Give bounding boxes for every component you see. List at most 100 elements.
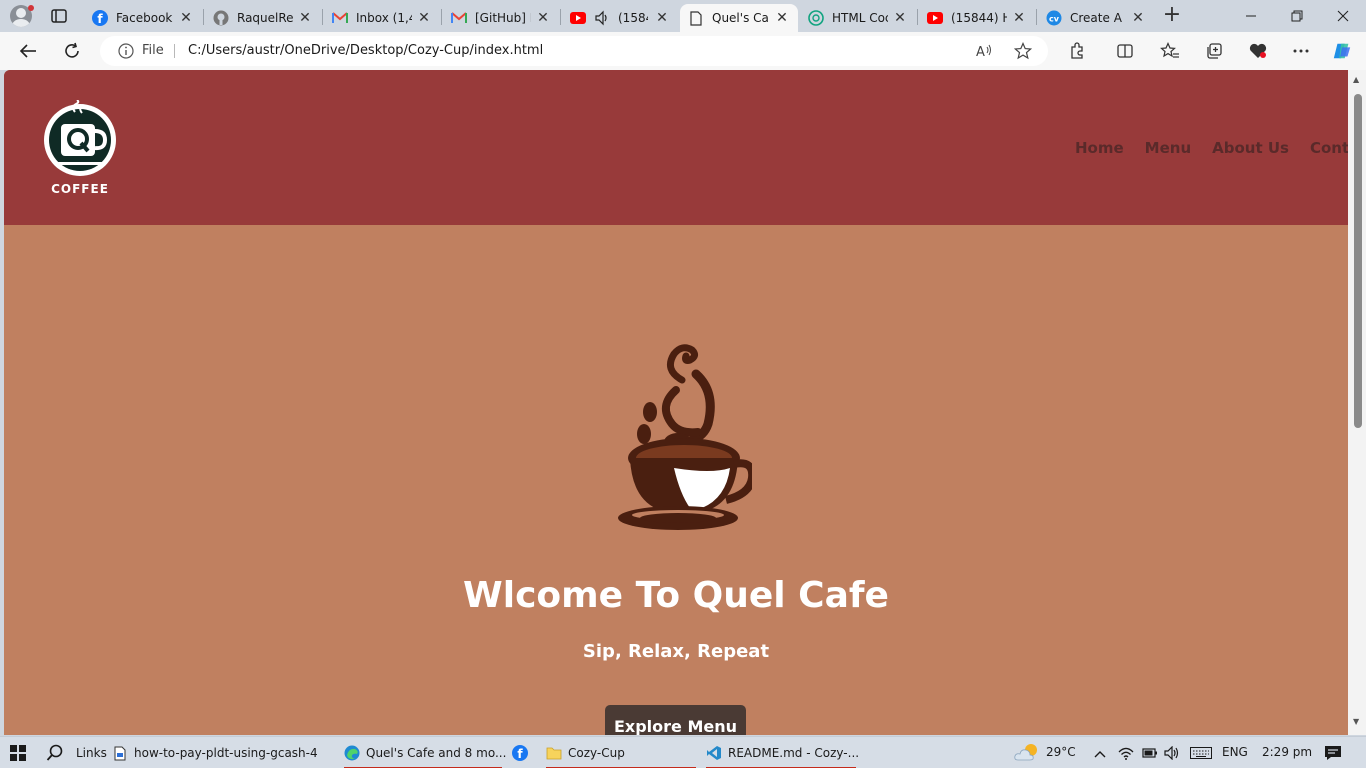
keyboard-icon[interactable] xyxy=(1190,747,1212,762)
weather-icon[interactable] xyxy=(1014,742,1040,765)
nav-menu[interactable]: Menu xyxy=(1145,139,1191,157)
volume-icon[interactable] xyxy=(1164,745,1180,763)
battery-icon[interactable] xyxy=(1142,746,1158,763)
tab-github[interactable]: RaquelRe ✕ xyxy=(205,4,321,32)
restore-icon[interactable] xyxy=(1274,0,1320,32)
close-icon[interactable]: ✕ xyxy=(297,10,313,26)
nav-home[interactable]: Home xyxy=(1075,139,1124,157)
split-screen-icon[interactable] xyxy=(1115,41,1135,61)
weather-temp[interactable]: 29°C xyxy=(1046,745,1076,759)
links-toolbar[interactable]: Links xyxy=(76,746,107,760)
tab-facebook[interactable]: f Facebook ✕ xyxy=(84,4,202,32)
favorite-star-icon[interactable] xyxy=(1014,42,1032,60)
read-aloud-icon[interactable]: A xyxy=(975,42,993,60)
close-icon[interactable]: ✕ xyxy=(774,10,790,26)
taskbar: Links how-to-pay-pldt-using-gcash-4 Quel… xyxy=(0,736,1366,768)
language-indicator[interactable]: ENG xyxy=(1222,745,1248,759)
tab-actions-icon[interactable] xyxy=(50,7,68,25)
nav-contact[interactable]: Contact xyxy=(1310,139,1348,157)
notification-dot xyxy=(28,5,34,11)
extensions-icon[interactable] xyxy=(1067,41,1087,61)
page-icon xyxy=(688,10,704,26)
close-icon[interactable]: ✕ xyxy=(1130,10,1146,26)
tab-chatgpt[interactable]: HTML Coc ✕ xyxy=(800,4,916,32)
scroll-up-icon[interactable]: ▲ xyxy=(1353,76,1361,84)
tab-strip: f Facebook ✕ RaquelRe ✕ Inbox (1,4 ✕ [Gi… xyxy=(0,0,1366,32)
scroll-down-icon[interactable]: ▼ xyxy=(1353,718,1361,726)
edge-icon xyxy=(344,745,360,761)
address-bar[interactable]: File C:/Users/austr/OneDrive/Desktop/Coz… xyxy=(100,36,1048,66)
windows-start-icon[interactable] xyxy=(10,745,26,761)
svg-text:f: f xyxy=(97,12,103,26)
copilot-icon[interactable] xyxy=(1332,41,1352,61)
taskbar-app-label: Quel's Cafe and 8 mo... xyxy=(366,746,507,760)
close-window-icon[interactable] xyxy=(1320,0,1366,32)
tab-gmail-inbox[interactable]: Inbox (1,4 ✕ xyxy=(324,4,440,32)
site-header: COFFEE Home Menu About Us Contact xyxy=(4,70,1348,225)
chatgpt-icon xyxy=(808,10,824,26)
search-icon[interactable] xyxy=(46,744,64,762)
gmail-icon xyxy=(332,10,348,26)
chevron-up-icon[interactable] xyxy=(1094,747,1106,761)
tab-youtube-audio[interactable]: (1584 ✕ xyxy=(562,4,678,32)
tab-separator xyxy=(322,9,323,25)
tab-youtube[interactable]: (15844) H ✕ xyxy=(919,4,1035,32)
tab-gmail-github[interactable]: [GitHub] P ✕ xyxy=(443,4,559,32)
explore-menu-button[interactable]: Explore Menu xyxy=(605,705,746,735)
github-icon xyxy=(213,10,229,26)
taskbar-app-facebook[interactable]: f xyxy=(512,739,534,767)
more-options-icon[interactable] xyxy=(1291,41,1311,61)
notifications-icon[interactable] xyxy=(1324,745,1342,764)
tab-label: (1584 xyxy=(618,11,648,25)
tab-label: Create A F xyxy=(1070,11,1126,25)
taskbar-app-document[interactable]: how-to-pay-pldt-using-gcash-4 xyxy=(112,739,318,767)
coffee-cup-icon xyxy=(618,344,752,530)
nav-about-us[interactable]: About Us xyxy=(1212,139,1289,157)
coffee-logo-icon xyxy=(44,99,116,176)
tab-label: [GitHub] P xyxy=(475,11,531,25)
taskbar-app-label: how-to-pay-pldt-using-gcash-4 xyxy=(134,746,318,760)
site-logo[interactable]: COFFEE xyxy=(42,99,122,200)
facebook-icon: f xyxy=(92,10,108,26)
codepen-icon: cv xyxy=(1046,10,1062,26)
scroll-thumb[interactable] xyxy=(1354,94,1362,428)
close-icon[interactable]: ✕ xyxy=(416,10,432,26)
close-icon[interactable]: ✕ xyxy=(892,10,908,26)
page-scrollbar[interactable]: ▲ ▼ xyxy=(1348,70,1366,735)
close-icon[interactable]: ✕ xyxy=(178,10,194,26)
back-icon[interactable] xyxy=(16,40,40,62)
wifi-icon[interactable] xyxy=(1118,746,1134,763)
minimize-icon[interactable] xyxy=(1228,0,1274,32)
taskbar-app-vscode[interactable]: README.md - Cozy-... xyxy=(706,739,859,768)
tab-separator xyxy=(560,9,561,25)
new-tab-icon[interactable]: + xyxy=(1162,4,1182,26)
close-icon[interactable]: ✕ xyxy=(1011,10,1027,26)
close-icon[interactable]: ✕ xyxy=(654,10,670,26)
taskbar-app-explorer[interactable]: Cozy-Cup xyxy=(546,739,696,768)
youtube-icon xyxy=(927,10,943,26)
browser-essentials-icon[interactable] xyxy=(1248,41,1268,61)
tab-separator xyxy=(203,9,204,25)
url-text[interactable]: C:/Users/austr/OneDrive/Desktop/Cozy-Cup… xyxy=(188,43,543,58)
svg-text:f: f xyxy=(517,747,523,761)
hero-section: Wlcome To Quel Cafe Sip, Relax, Repeat E… xyxy=(4,225,1348,735)
hero-title: Wlcome To Quel Cafe xyxy=(463,575,889,616)
close-icon[interactable]: ✕ xyxy=(535,10,551,26)
taskbar-app-label: Cozy-Cup xyxy=(568,746,625,760)
collections-icon[interactable] xyxy=(1204,41,1224,61)
tab-separator xyxy=(917,9,918,25)
speaker-icon[interactable] xyxy=(594,10,610,26)
document-icon xyxy=(112,745,128,761)
tab-label: RaquelRe xyxy=(237,11,293,25)
refresh-icon[interactable] xyxy=(60,40,84,62)
info-icon[interactable] xyxy=(118,43,134,63)
clock[interactable]: 2:29 pm xyxy=(1262,745,1312,759)
tab-label: Inbox (1,4 xyxy=(356,11,412,25)
tab-codepen[interactable]: cv Create A F ✕ xyxy=(1038,4,1154,32)
tab-label: (15844) H xyxy=(951,11,1007,25)
favorites-icon[interactable] xyxy=(1160,41,1180,61)
tab-quels-cafe[interactable]: Quel's Caf ✕ xyxy=(680,4,798,32)
tab-label: Quel's Caf xyxy=(712,11,768,25)
browser-toolbar: File C:/Users/austr/OneDrive/Desktop/Coz… xyxy=(0,32,1366,70)
taskbar-app-edge[interactable]: Quel's Cafe and 8 mo... xyxy=(344,739,506,768)
